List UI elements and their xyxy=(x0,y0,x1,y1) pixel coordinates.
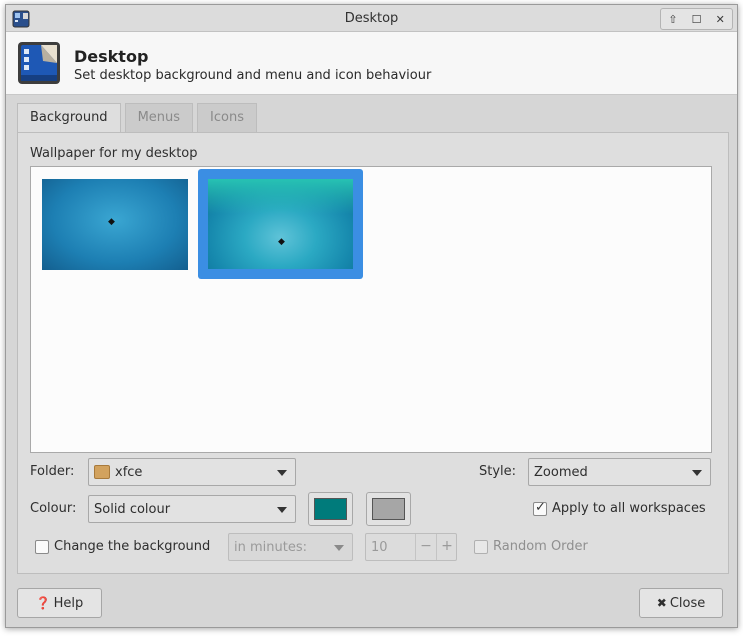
colour-label: Colour: xyxy=(30,501,77,516)
shade-button[interactable]: ⇧ xyxy=(661,9,685,29)
wallpaper-label: Wallpaper for my desktop xyxy=(30,146,198,161)
tab-menus[interactable]: Menus xyxy=(124,103,194,133)
decrement-button[interactable]: − xyxy=(415,534,436,560)
apply-all-checkbox[interactable] xyxy=(533,500,547,516)
wallpaper-grid[interactable]: ◆ ◆ xyxy=(30,166,712,453)
style-combo[interactable]: Zoomed xyxy=(528,458,711,486)
header-subtitle: Set desktop background and menu and icon… xyxy=(74,68,432,83)
colour-value: Solid colour xyxy=(94,502,171,517)
random-order-label[interactable]: Random Order xyxy=(493,539,588,554)
colour-combo[interactable]: Solid colour xyxy=(88,495,296,523)
maximize-button[interactable]: ☐ xyxy=(685,9,709,29)
dialog-header: Desktop Set desktop background and menu … xyxy=(6,32,737,95)
help-icon: ❓ xyxy=(35,596,51,610)
apply-all-label[interactable]: Apply to all workspaces xyxy=(552,501,706,516)
wallpaper-thumbnail-selected[interactable]: ◆ xyxy=(198,169,363,279)
close-label: Close xyxy=(669,596,706,611)
close-icon: ✖ xyxy=(656,596,667,610)
increment-button[interactable]: + xyxy=(436,534,457,560)
style-value: Zoomed xyxy=(534,465,588,480)
chevron-down-icon xyxy=(277,507,287,513)
tab-background[interactable]: Background xyxy=(17,103,121,134)
folder-icon xyxy=(94,465,110,479)
wallpaper-thumbnail[interactable]: ◆ xyxy=(42,179,188,270)
tab-icons[interactable]: Icons xyxy=(197,103,257,133)
help-button[interactable]: ❓ Help xyxy=(17,588,102,618)
primary-colour-swatch xyxy=(314,498,347,520)
secondary-colour-swatch xyxy=(372,498,405,520)
mouse-silhouette-icon: ◆ xyxy=(278,237,285,247)
interval-unit-value: in minutes: xyxy=(234,540,307,555)
titlebar[interactable]: Desktop ⇧ ☐ ✕ xyxy=(6,5,737,32)
folder-value: xfce xyxy=(115,465,143,480)
chevron-down-icon xyxy=(692,470,702,476)
interval-spinner[interactable]: 10 − + xyxy=(365,533,457,561)
chevron-down-icon xyxy=(277,470,287,476)
random-order-checkbox[interactable] xyxy=(474,540,488,554)
window-controls: ⇧ ☐ ✕ xyxy=(660,8,733,30)
desktop-settings-window: Desktop ⇧ ☐ ✕ Desktop Set desktop backgr… xyxy=(5,4,738,628)
close-icon: ✕ xyxy=(715,12,725,26)
style-label: Style: xyxy=(479,464,517,479)
tab-bar: Background Menus Icons xyxy=(17,103,261,134)
interval-unit-combo[interactable]: in minutes: xyxy=(228,533,353,561)
wallpaper-image: ◆ xyxy=(208,179,353,269)
folder-label: Folder: xyxy=(30,464,75,479)
desktop-settings-icon xyxy=(18,42,60,84)
primary-colour-button[interactable] xyxy=(308,492,353,526)
header-title: Desktop xyxy=(74,47,149,66)
change-background-checkbox[interactable] xyxy=(35,540,49,554)
chevron-down-icon xyxy=(334,545,344,551)
close-button[interactable]: ✖ Close xyxy=(639,588,723,618)
change-background-label[interactable]: Change the background xyxy=(54,539,210,554)
interval-value: 10 xyxy=(371,540,388,555)
help-label: Help xyxy=(53,596,84,611)
close-window-button[interactable]: ✕ xyxy=(708,9,732,29)
background-panel: Wallpaper for my desktop ◆ ◆ Folder: xfc… xyxy=(17,132,729,574)
secondary-colour-button[interactable] xyxy=(366,492,411,526)
arrow-up-icon: ⇧ xyxy=(668,12,678,26)
folder-combo[interactable]: xfce xyxy=(88,458,296,486)
mouse-silhouette-icon: ◆ xyxy=(108,217,115,227)
window-title: Desktop xyxy=(344,11,399,26)
maximize-icon: ☐ xyxy=(691,12,702,26)
